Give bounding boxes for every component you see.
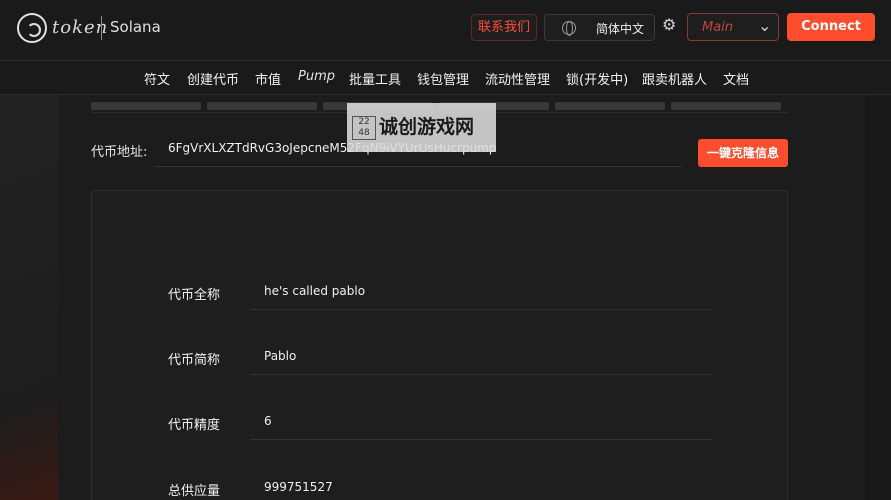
token-name-label: 代币全称 xyxy=(168,288,221,303)
nav-item-batch-tools[interactable]: 批量工具 xyxy=(349,69,401,88)
globe-icon xyxy=(562,21,576,36)
token-decimals-value: 6 xyxy=(264,414,272,428)
token-symbol-field[interactable]: Pablo xyxy=(250,337,713,375)
main-nav: 符文 创建代币 市值 Pump 批量工具 钱包管理 流动性管理 锁(开发中) 跟… xyxy=(0,61,891,95)
token-info-card: 代币全称 he's called pablo 代币简称 Pablo 代币精度 6… xyxy=(91,190,788,500)
total-supply-field[interactable]: 999751527 xyxy=(250,468,713,500)
gear-icon[interactable]: ⚙ xyxy=(662,15,676,34)
nav-item-create-token[interactable]: 创建代币 xyxy=(187,69,239,88)
total-supply-label: 总供应量 xyxy=(168,484,221,499)
nav-item-runes[interactable]: 符文 xyxy=(144,69,170,88)
logo-icon[interactable] xyxy=(17,13,47,43)
watermark-overlay: 22 48 诚创游戏网 xyxy=(347,103,496,152)
network-select[interactable]: Main ⌄ xyxy=(687,13,779,41)
total-supply-value: 999751527 xyxy=(264,480,333,494)
chain-name: Solana xyxy=(110,18,161,36)
background-left-panel xyxy=(0,95,58,500)
one-click-clone-button[interactable]: 一键克隆信息 xyxy=(698,139,788,167)
top-header: token Solana 联系我们 简体中文 ⚙ Main ⌄ Connect xyxy=(0,0,891,61)
language-label: 简体中文 xyxy=(596,22,645,36)
nav-item-liquidity[interactable]: 流动性管理 xyxy=(485,69,550,88)
token-address-label: 代币地址: xyxy=(91,145,148,160)
nav-item-pump[interactable]: Pump xyxy=(298,69,335,84)
token-decimals-label: 代币精度 xyxy=(168,418,221,433)
token-name-field[interactable]: he's called pablo xyxy=(250,272,713,310)
token-name-value: he's called pablo xyxy=(264,284,366,298)
nav-item-docs[interactable]: 文档 xyxy=(723,69,749,88)
logo-divider xyxy=(101,16,102,40)
token-symbol-value: Pablo xyxy=(264,349,297,363)
chevron-down-icon: ⌄ xyxy=(758,16,772,35)
nav-item-wallet-manage[interactable]: 钱包管理 xyxy=(417,69,469,88)
token-decimals-field[interactable]: 6 xyxy=(250,402,713,440)
nav-item-lock[interactable]: 锁(开发中) xyxy=(566,69,628,88)
nav-item-market-cap[interactable]: 市值 xyxy=(255,69,281,88)
network-label: Main xyxy=(702,20,734,35)
logo-wordmark[interactable]: token xyxy=(52,17,108,38)
token-symbol-label: 代币简称 xyxy=(168,353,221,368)
background-right-panel xyxy=(865,95,891,500)
language-select[interactable]: 简体中文 xyxy=(544,14,655,41)
contact-us-button[interactable]: 联系我们 xyxy=(471,14,537,41)
watermark-logo-icon: 22 48 xyxy=(352,116,376,140)
watermark-text: 诚创游戏网 xyxy=(379,116,475,138)
nav-item-copy-bot[interactable]: 跟卖机器人 xyxy=(642,69,707,88)
connect-wallet-button[interactable]: Connect xyxy=(787,13,875,41)
